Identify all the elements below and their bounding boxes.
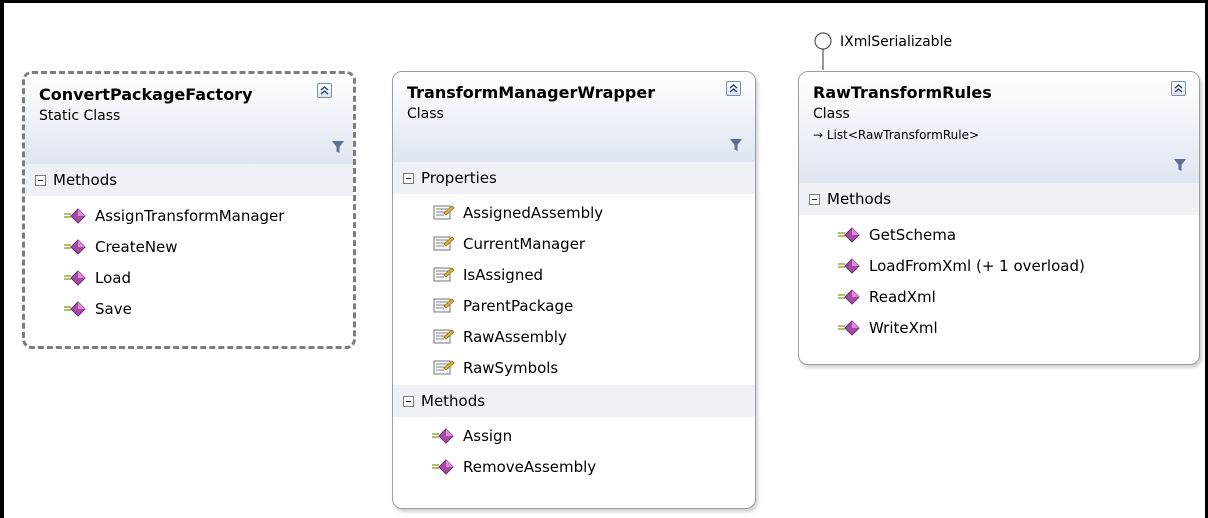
- method-icon: [64, 300, 86, 317]
- member-item[interactable]: CurrentManager: [393, 228, 755, 259]
- member-label: Load: [95, 268, 131, 287]
- member-item[interactable]: Save: [25, 293, 353, 324]
- section-title: Methods: [53, 171, 118, 189]
- method-icon: [64, 269, 86, 286]
- member-label: Save: [95, 299, 132, 318]
- member-label: ReadXml: [869, 287, 936, 306]
- member-item[interactable]: AssignTransformManager: [25, 200, 353, 231]
- member-list: Assign RemoveAssembly: [393, 417, 755, 486]
- member-label: GetSchema: [869, 225, 957, 244]
- section-methods[interactable]: Methods: [799, 183, 1199, 215]
- class-name: RawTransformRules: [813, 83, 992, 102]
- collapse-chevron-icon[interactable]: [317, 83, 332, 98]
- member-label: WriteXml: [869, 318, 938, 337]
- method-icon: [838, 226, 860, 243]
- member-item[interactable]: WriteXml: [799, 312, 1199, 343]
- member-item[interactable]: Load: [25, 262, 353, 293]
- section-title: Properties: [421, 169, 497, 187]
- base-class-label: → List<RawTransformRule>: [813, 128, 980, 142]
- member-item[interactable]: LoadFromXml (+ 1 overload): [799, 250, 1199, 281]
- property-icon: [433, 328, 455, 343]
- property-icon: [433, 359, 455, 374]
- section-title: Methods: [421, 392, 486, 410]
- member-item[interactable]: IsAssigned: [393, 259, 755, 290]
- member-label: RawSymbols: [463, 358, 559, 377]
- class-box-transformmanagerwrapper[interactable]: TransformManagerWrapper Class Properties…: [392, 71, 756, 509]
- method-icon: [64, 207, 86, 224]
- property-icon: [433, 266, 455, 281]
- member-list: GetSchema LoadFromXml (+ 1 overload) Rea…: [799, 215, 1199, 349]
- member-list: AssignTransformManager CreateNew Load Sa…: [25, 196, 353, 330]
- member-label: AssignedAssembly: [463, 203, 604, 222]
- class-name: TransformManagerWrapper: [407, 83, 656, 102]
- collapse-chevron-icon[interactable]: [1171, 81, 1186, 96]
- member-label: ParentPackage: [463, 296, 574, 315]
- property-icon: [433, 235, 455, 250]
- method-icon: [432, 458, 454, 475]
- collapse-section-icon[interactable]: [35, 174, 46, 186]
- section-methods[interactable]: Methods: [25, 164, 353, 196]
- member-label: CurrentManager: [463, 234, 586, 253]
- class-kind: Static Class: [39, 108, 121, 124]
- collapse-section-icon[interactable]: [403, 395, 414, 407]
- member-item[interactable]: RemoveAssembly: [393, 451, 755, 482]
- section-methods[interactable]: Methods: [393, 385, 755, 417]
- class-kind: Class: [813, 106, 850, 122]
- frame-left-border: [0, 0, 4, 518]
- filter-icon[interactable]: [729, 138, 743, 152]
- filter-icon[interactable]: [1173, 158, 1187, 172]
- member-list: AssignedAssembly CurrentManager IsAssign…: [393, 194, 755, 385]
- member-label: IsAssigned: [463, 265, 544, 284]
- section-properties[interactable]: Properties: [393, 162, 755, 194]
- member-label: CreateNew: [95, 237, 178, 256]
- member-label: AssignTransformManager: [95, 206, 285, 225]
- class-box-rawtransformrules[interactable]: RawTransformRules Class → List<RawTransf…: [798, 71, 1200, 365]
- method-icon: [432, 427, 454, 444]
- collapse-section-icon[interactable]: [403, 172, 414, 184]
- member-label: LoadFromXml (+ 1 overload): [869, 256, 1085, 275]
- method-icon: [838, 288, 860, 305]
- class-header[interactable]: TransformManagerWrapper Class: [393, 72, 755, 162]
- member-item[interactable]: RawAssembly: [393, 321, 755, 352]
- filter-icon[interactable]: [331, 140, 345, 154]
- member-label: Assign: [463, 426, 513, 445]
- class-kind: Class: [407, 106, 444, 122]
- member-item[interactable]: AssignedAssembly: [393, 197, 755, 228]
- interface-lollipop-icon: [814, 32, 832, 70]
- method-icon: [838, 319, 860, 336]
- section-title: Methods: [827, 190, 892, 208]
- member-item[interactable]: RawSymbols: [393, 352, 755, 383]
- property-icon: [433, 204, 455, 219]
- member-item[interactable]: CreateNew: [25, 231, 353, 262]
- member-item[interactable]: Assign: [393, 420, 755, 451]
- member-label: RemoveAssembly: [463, 457, 597, 476]
- class-box-convertpackagefactory[interactable]: ConvertPackageFactory Static Class Metho…: [22, 71, 356, 349]
- interface-label: IXmlSerializable: [840, 34, 953, 50]
- method-icon: [64, 238, 86, 255]
- collapse-chevron-icon[interactable]: [726, 81, 741, 96]
- method-icon: [838, 257, 860, 274]
- member-item[interactable]: GetSchema: [799, 219, 1199, 250]
- class-header[interactable]: ConvertPackageFactory Static Class: [25, 74, 353, 164]
- property-icon: [433, 297, 455, 312]
- frame-top-border: [0, 0, 1208, 3]
- member-item[interactable]: ParentPackage: [393, 290, 755, 321]
- class-header[interactable]: RawTransformRules Class → List<RawTransf…: [799, 72, 1199, 183]
- member-item[interactable]: ReadXml: [799, 281, 1199, 312]
- member-label: RawAssembly: [463, 327, 567, 346]
- collapse-section-icon[interactable]: [809, 193, 820, 205]
- class-name: ConvertPackageFactory: [39, 85, 253, 104]
